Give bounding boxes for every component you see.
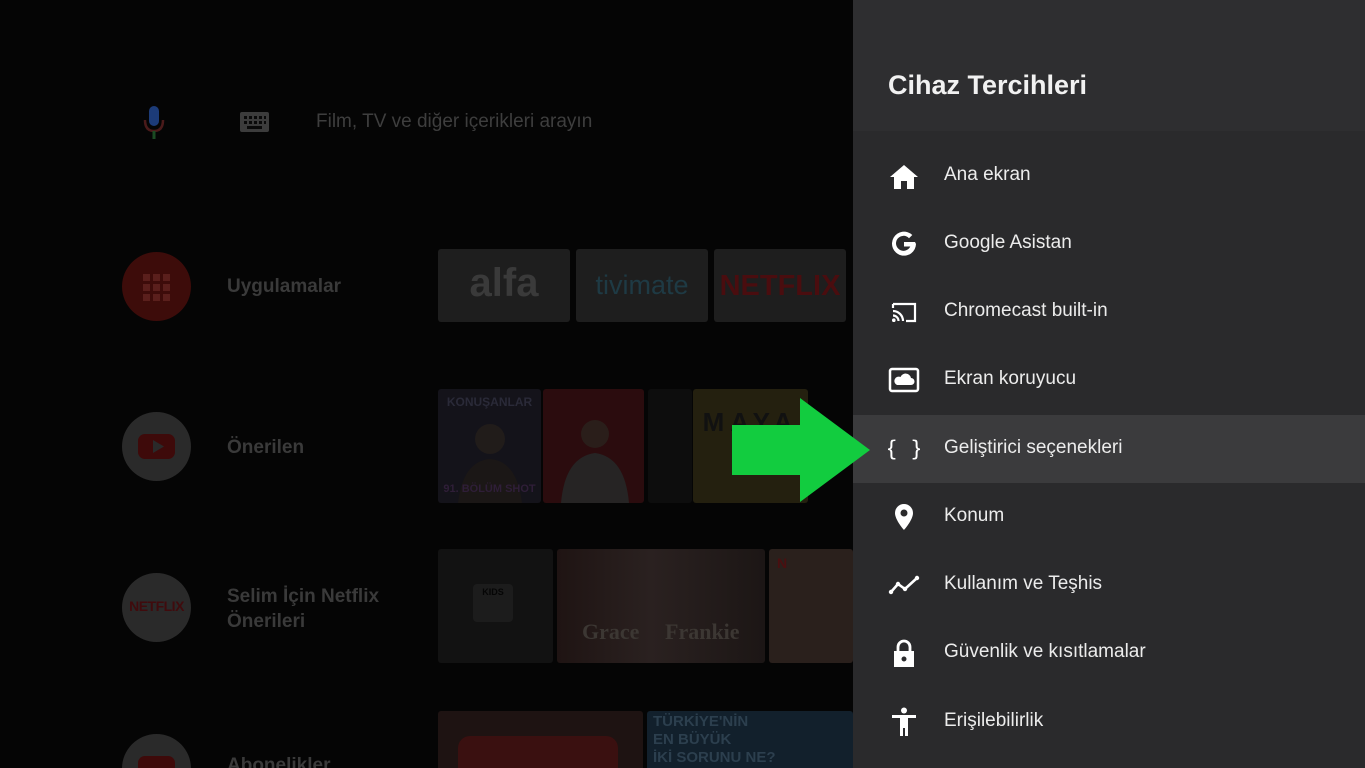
panel-header: Cihaz Tercihleri [853,0,1365,131]
netflix-app-tile[interactable]: NETFLIX [714,249,846,322]
svg-text:{ }: { } [888,437,920,461]
trend-line-icon [888,575,920,595]
youtube-row-icon[interactable] [122,412,191,481]
google-icon [892,231,916,256]
menu-item-label: Konum [944,505,1005,526]
grace-and-frankie-tile[interactable]: Grace Frankie [557,549,765,663]
screensaver-icon [888,367,920,393]
location-pin-icon [895,504,913,530]
alfa-logo-text: alfa [469,261,539,305]
netflix-badge-text: NETFLIX [129,598,184,614]
man-silhouette [561,420,629,503]
subscription-thumb-news[interactable]: TÜRKİYE'NİN EN BÜYÜK İKİ SORUNU NE? [647,711,853,768]
home-screen-background: Film, TV ve diğer içerikleri arayın Uygu… [0,0,853,768]
menu-item-label: Kullanım ve Teşhis [944,573,1103,594]
menu-item-label: Google Asistan [944,232,1072,253]
netflix-drama-tile[interactable]: N [769,549,853,663]
netflix-n-logo: N [777,555,788,571]
device-preferences-panel: Cihaz Tercihleri Ana ekran Google Asista… [853,0,1365,768]
developer-braces-icon: { } [888,437,920,461]
grace-title: Grace [582,619,640,644]
tivimate-app-tile[interactable]: tivimate [576,249,708,322]
news-line-2: EN BÜYÜK [653,731,732,748]
menu-item-home-screen[interactable]: Ana ekran [853,142,1365,210]
recommended-thumb-podcast[interactable]: KONUŞANLAR 91. BÖLÜM SHOT [438,389,541,503]
menu-item-label: Güvenlik ve kısıtlamalar [944,641,1146,662]
netflix-row-icon[interactable]: NETFLIX [122,573,191,642]
menu-item-developer-options[interactable]: { } Geliştirici seçenekleri [853,415,1365,483]
menu-item-security-restrictions[interactable]: Güvenlik ve kısıtlamalar [853,619,1365,687]
menu-item-google-assistant[interactable]: Google Asistan [853,210,1365,278]
menu-item-label: Ekran koruyucu [944,368,1077,389]
menu-item-usage-diagnostics[interactable]: Kullanım ve Teşhis [853,551,1365,619]
apps-grid-icon [143,274,170,301]
subscriptions-row-icon[interactable] [122,734,191,768]
search-input[interactable]: Film, TV ve diğer içerikleri arayın [316,111,592,133]
kids-box: KIDS [473,584,513,622]
lock-icon [894,639,914,667]
home-icon [890,165,918,189]
apps-row-icon[interactable] [122,252,191,321]
microphone-icon[interactable] [143,106,165,140]
youtube-icon [138,756,175,768]
menu-item-label: Erişilebilirlik [944,710,1044,731]
menu-item-label: Geliştirici seçenekleri [944,437,1123,458]
netflix-logo-text: NETFLIX [719,270,841,302]
alfa-app-tile[interactable]: alfa [438,249,570,322]
keyboard-icon[interactable] [240,112,269,132]
menu-item-screensaver[interactable]: Ekran koruyucu [853,346,1365,414]
netflix-kids-tile[interactable]: KIDS [438,549,553,663]
netflix-row-label: Selim İçin Netflix Önerileri [227,586,380,632]
apps-row-label: Uygulamalar [227,276,342,297]
menu-item-chromecast[interactable]: Chromecast built-in [853,278,1365,346]
news-line-3: İKİ SORUNU NE? [653,749,776,766]
podcast-caption: 91. BÖLÜM SHOT [443,483,536,495]
cast-icon [891,302,917,323]
menu-item-label: Ana ekran [944,164,1031,185]
menu-item-label: Chromecast built-in [944,300,1108,321]
news-line-1: TÜRKİYE'NİN [653,713,749,730]
recommended-thumb-man-red[interactable] [543,389,644,503]
red-car-shape [458,736,618,768]
tivimate-logo-text: tivimate [595,270,689,300]
menu-item-location[interactable]: Konum [853,483,1365,551]
frankie-title: Frankie [665,619,740,644]
recommended-thumb-dark[interactable] [648,389,692,503]
subscription-thumb-car[interactable] [438,711,643,768]
youtube-icon [138,434,175,459]
panel-title: Cihaz Tercihleri [888,70,1088,100]
green-pointer-arrow [732,398,870,502]
menu-item-accessibility[interactable]: Erişilebilirlik [853,688,1365,756]
subscriptions-row-label: Abonelikler [227,755,331,768]
kids-text: KIDS [482,587,504,597]
accessibility-icon [892,707,916,736]
recommended-row-label: Önerilen [227,437,305,458]
